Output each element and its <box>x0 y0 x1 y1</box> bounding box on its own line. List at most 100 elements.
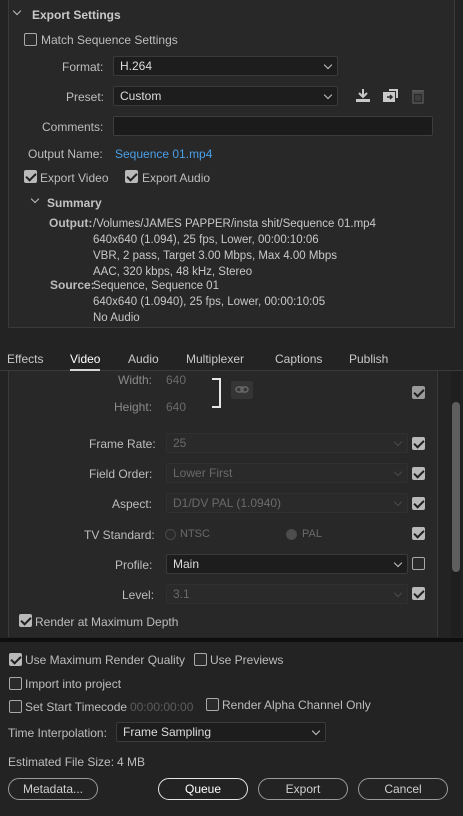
ntsc-label: NTSC <box>180 528 210 540</box>
export-video-label: Export Video <box>40 171 109 185</box>
export-settings-header: Export Settings <box>32 8 121 22</box>
summary-output-line: /Volumes/JAMES PAPPER/insta shit/Sequenc… <box>93 218 376 230</box>
frame-rate-select[interactable]: 25 <box>166 433 408 453</box>
export-audio-checkbox[interactable] <box>125 170 138 183</box>
use-previews-label: Use Previews <box>210 653 284 667</box>
summary-output-line: VBR, 2 pass, Target 3.00 Mbps, Max 4.00 … <box>93 250 337 262</box>
max-render-quality-label: Use Maximum Render Quality <box>25 653 186 667</box>
aspect-select[interactable]: D1/DV PAL (1.0940) <box>166 493 408 513</box>
pal-radio[interactable] <box>286 529 297 540</box>
chevron-down-icon <box>393 467 403 477</box>
chevron-down-icon <box>393 437 403 447</box>
height-value: 640 <box>166 400 187 414</box>
aspect-value: D1/DV PAL (1.0940) <box>173 496 282 510</box>
chevron-down-icon <box>311 726 321 736</box>
render-max-depth-label: Render at Maximum Depth <box>35 615 179 629</box>
chain-link-icon <box>235 386 249 393</box>
output-name-label: Output Name: <box>28 147 103 161</box>
render-max-depth-checkbox[interactable] <box>19 614 32 627</box>
delete-preset-icon[interactable] <box>411 88 425 104</box>
width-label: Width: <box>118 373 153 387</box>
summary-source-line: No Audio <box>93 312 140 324</box>
chevron-down-icon <box>323 60 333 70</box>
chevron-down-icon <box>393 497 403 507</box>
summary-source-line: Sequence, Sequence 01 <box>93 280 219 292</box>
aspect-match-checkbox[interactable] <box>412 497 425 510</box>
export-audio-label: Export Audio <box>142 171 211 185</box>
export-video-checkbox[interactable] <box>24 170 37 183</box>
tv-standard-label: TV Standard: <box>84 528 155 542</box>
save-preset-icon[interactable] <box>354 88 372 104</box>
preset-label: Preset: <box>66 90 105 104</box>
match-sequence-checkbox[interactable] <box>24 33 37 46</box>
time-interpolation-value: Frame Sampling <box>123 725 212 739</box>
tv-standard-match-checkbox[interactable] <box>412 527 425 540</box>
profile-match-checkbox[interactable] <box>412 557 425 570</box>
width-value: 640 <box>166 373 187 387</box>
render-alpha-checkbox[interactable] <box>206 698 219 711</box>
chevron-down-icon <box>323 90 333 100</box>
tab-effects[interactable]: Effects <box>7 352 43 366</box>
height-label: Height: <box>114 400 153 414</box>
tab-publish[interactable]: Publish <box>349 352 388 366</box>
import-preset-icon[interactable] <box>381 88 399 104</box>
tab-captions[interactable]: Captions <box>275 352 322 366</box>
summary-output-text: /Volumes/JAMES PAPPER/insta shit/Sequenc… <box>93 216 376 280</box>
render-alpha-label: Render Alpha Channel Only <box>222 698 371 712</box>
tab-video[interactable]: Video <box>70 352 101 371</box>
summary-header: Summary <box>47 196 102 210</box>
level-value: 3.1 <box>173 587 190 601</box>
use-previews-checkbox[interactable] <box>194 653 207 666</box>
scrollbar-thumb[interactable] <box>452 402 460 572</box>
queue-button[interactable]: Queue <box>158 778 248 800</box>
format-label: Format: <box>62 60 104 74</box>
time-interpolation-label: Time Interpolation: <box>8 726 107 740</box>
tab-multiplexer[interactable]: Multiplexer <box>186 352 244 366</box>
dimensions-match-checkbox[interactable] <box>412 386 425 399</box>
profile-label: Profile: <box>115 558 153 572</box>
level-match-checkbox[interactable] <box>412 587 425 600</box>
tab-audio[interactable]: Audio <box>128 352 159 366</box>
frame-rate-value: 25 <box>173 436 187 450</box>
profile-value: Main <box>173 557 200 571</box>
link-dimensions-button[interactable] <box>231 381 253 399</box>
output-name-link[interactable]: Sequence 01.mp4 <box>115 147 212 161</box>
timecode-field[interactable]: 00:00:00:00 <box>130 700 193 714</box>
time-interpolation-select[interactable]: Frame Sampling <box>116 722 326 742</box>
estimated-size-value: 4 MB <box>117 755 146 769</box>
profile-select[interactable]: Main <box>166 554 408 574</box>
set-start-timecode-checkbox[interactable] <box>9 700 22 713</box>
max-render-quality-checkbox[interactable] <box>9 653 22 666</box>
field-order-label: Field Order: <box>89 467 153 481</box>
frame-rate-label: Frame Rate: <box>89 437 156 451</box>
bottom-divider <box>0 638 463 642</box>
chevron-down-icon <box>393 558 403 568</box>
cancel-button[interactable]: Cancel <box>358 778 448 800</box>
summary-source-line: 640x640 (1.0940), 25 fps, Lower, 00:00:1… <box>93 296 326 308</box>
level-select[interactable]: 3.1 <box>166 584 408 604</box>
preset-select[interactable]: Custom <box>113 86 338 106</box>
summary-source-label: Source: <box>50 278 95 292</box>
export-button[interactable]: Export <box>258 778 348 800</box>
dimension-link-bracket <box>212 378 221 408</box>
format-value: H.264 <box>120 59 153 73</box>
frame-rate-match-checkbox[interactable] <box>412 437 425 450</box>
ntsc-radio[interactable] <box>165 529 176 540</box>
field-order-select[interactable]: Lower First <box>166 463 408 483</box>
field-order-match-checkbox[interactable] <box>412 467 425 480</box>
field-order-value: Lower First <box>173 466 233 480</box>
estimated-size-label: Estimated File Size: <box>8 755 115 769</box>
format-select[interactable]: H.264 <box>113 56 338 76</box>
chevron-down-icon <box>393 588 403 598</box>
summary-output-label: Output: <box>49 216 93 230</box>
metadata-button[interactable]: Metadata... <box>8 778 98 800</box>
summary-output-line: 640x640 (1.094), 25 fps, Lower, 00:00:10… <box>93 234 319 246</box>
level-label: Level: <box>122 588 155 602</box>
import-project-checkbox[interactable] <box>9 677 22 690</box>
set-start-timecode-label: Set Start Timecode <box>25 700 128 714</box>
comments-label: Comments: <box>42 120 104 134</box>
import-project-label: Import into project <box>25 677 122 691</box>
pal-label: PAL <box>302 528 322 540</box>
comments-input[interactable] <box>113 116 433 136</box>
match-sequence-label: Match Sequence Settings <box>41 33 178 47</box>
